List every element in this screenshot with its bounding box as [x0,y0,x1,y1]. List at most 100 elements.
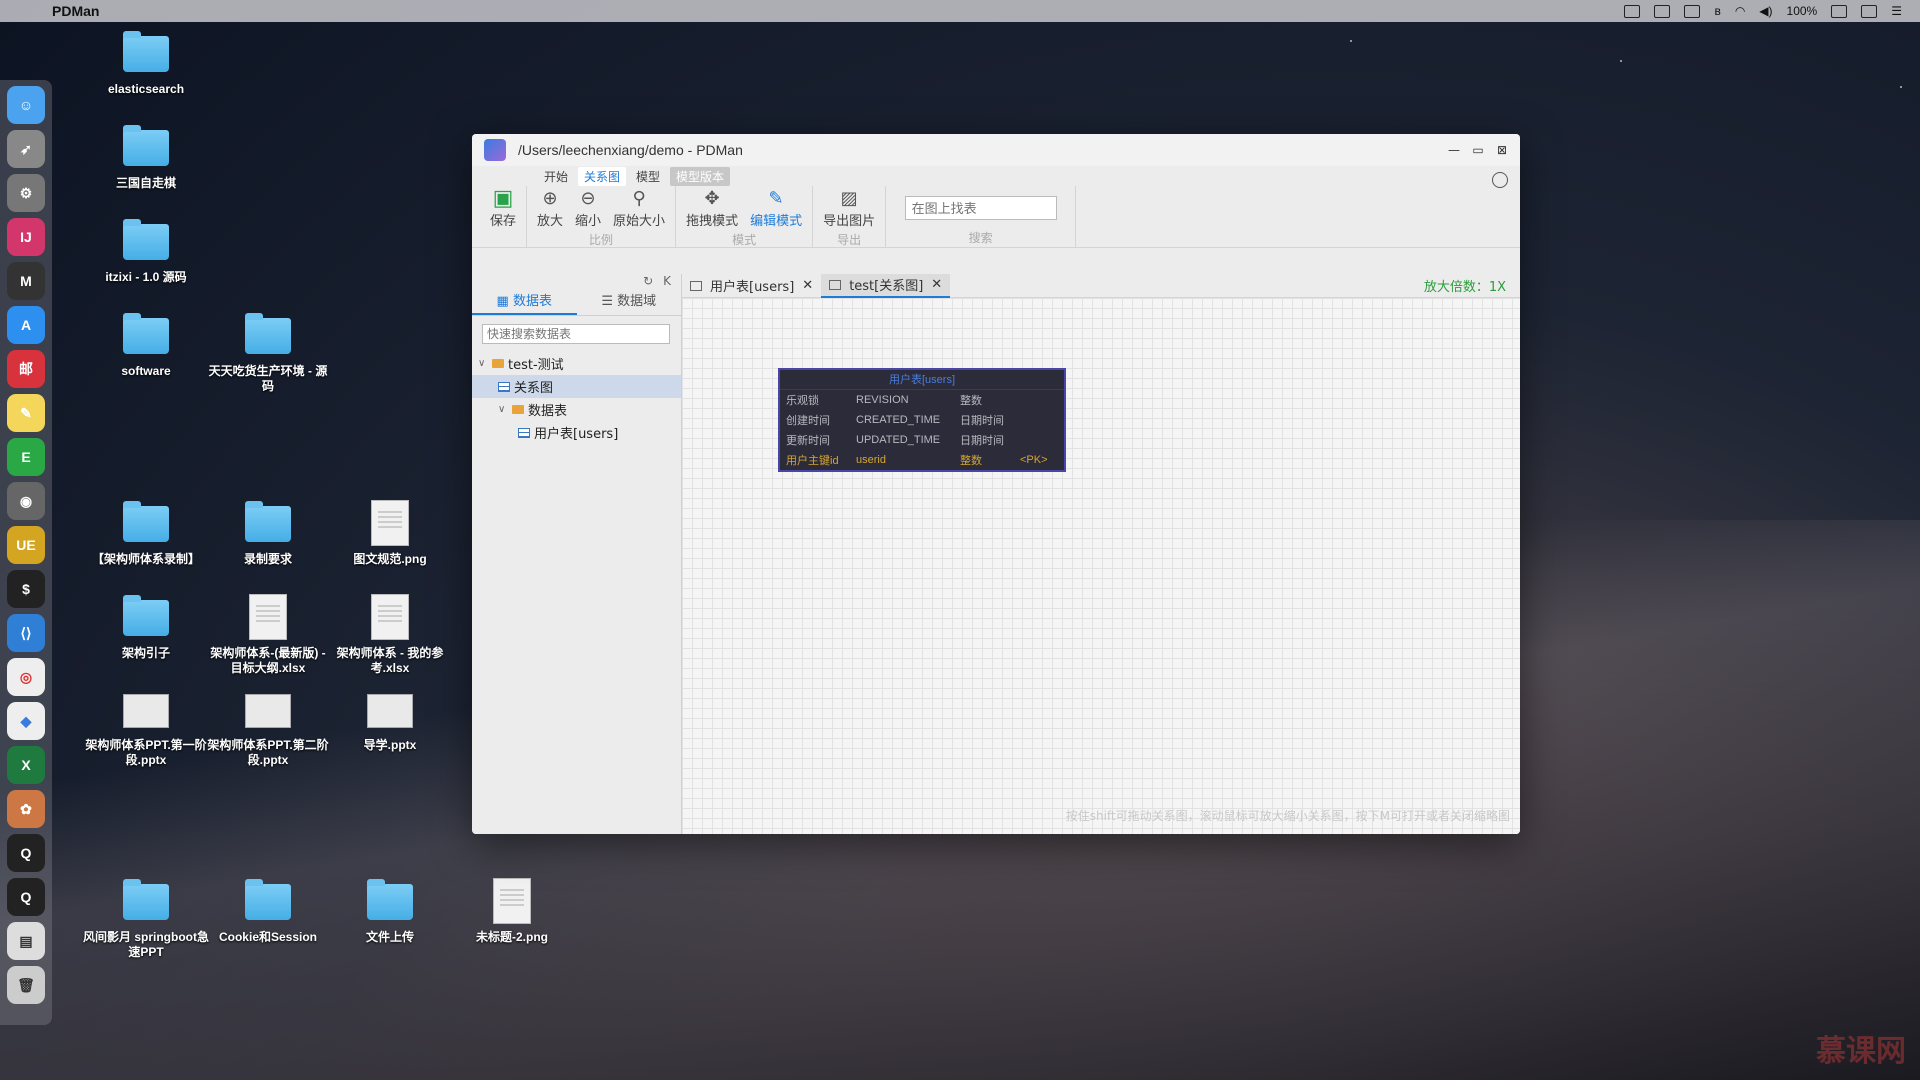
chevron-down-icon[interactable]: ∨ [478,358,492,369]
maximize-icon[interactable]: ▭ [1470,142,1486,158]
notes-icon[interactable]: ✎ [7,394,45,432]
desktop-item[interactable]: 架构师体系-(最新版) - 目标大纲.xlsx [203,594,333,676]
evernote-icon[interactable]: E [7,438,45,476]
apple-icon[interactable] [20,3,34,19]
pdman-logo-icon [484,139,506,161]
qq-second-icon[interactable]: Q [7,878,45,916]
tab-start[interactable]: 开始 [538,167,574,186]
media-icon[interactable]: ◉ [7,482,45,520]
edit-mode-button[interactable]: ✎ 编辑模式 [746,186,806,231]
xlsx-file-icon [249,594,287,640]
desktop-item[interactable]: 架构师体系PPT.第二阶段.pptx [203,694,333,768]
grid-icon[interactable] [1654,4,1671,18]
desktop-item[interactable]: 未标题-2.png [447,878,577,945]
desktop-item[interactable]: software [81,313,211,379]
ultraedit-icon[interactable]: UE [7,526,45,564]
documents-icon[interactable]: ▤ [7,922,45,960]
star [1350,40,1352,42]
close-icon[interactable]: ✕ [802,278,813,293]
volume-icon[interactable]: ◀) [1759,4,1772,18]
zoom-out-button[interactable]: ⊖ 缩小 [571,186,605,231]
diagram-canvas[interactable]: 用户表[users] 乐观锁 REVISION 整数 创建时间 CREATED_… [682,298,1520,834]
tree-item-table[interactable]: 用户表[users] [472,421,681,444]
sync-icon[interactable] [1861,4,1878,18]
intellij-icon[interactable]: IJ [7,218,45,256]
menu-list-icon[interactable]: ☰ [1891,4,1902,18]
ribbon-group-export: ▨ 导出图片 导出 [813,186,887,248]
entity-field-row-pk[interactable]: 用户主键id userid 整数 <PK> [780,450,1064,470]
ribbon-group-save: ▣ 保存 [480,186,528,248]
desktop-item[interactable]: 架构师体系 - 我的参考.xlsx [325,594,455,676]
entity-users[interactable]: 用户表[users] 乐观锁 REVISION 整数 创建时间 CREATED_… [778,368,1066,472]
drag-mode-button[interactable]: ✥ 拖拽模式 [682,186,742,231]
wifi-icon[interactable]: ◠ [1735,4,1745,18]
desktop-item[interactable]: elasticsearch [81,31,211,97]
export-image-button[interactable]: ▨ 导出图片 [819,186,879,231]
table-search-input[interactable] [482,324,670,344]
excel-icon[interactable]: X [7,746,45,784]
vscode-icon[interactable]: ⟨⟩ [7,614,45,652]
tab-tables[interactable]: ▦ 数据表 [472,290,577,315]
pdman-icon[interactable]: ◆ [7,702,45,740]
qq-icon[interactable]: Q [7,834,45,872]
color-app-icon[interactable]: ✿ [7,790,45,828]
tree-item-diagram[interactable]: 关系图 [472,375,681,398]
battery-percent: 100% [1786,4,1818,18]
original-size-button[interactable]: ⚲ 原始大小 [609,186,669,231]
menu-app-name[interactable]: PDMan [52,3,99,19]
refresh-tree-icon[interactable]: ↻ [643,274,653,290]
doc-tab-diagram[interactable]: test[关系图] ✕ [821,273,951,298]
app-store-icon[interactable]: A [7,306,45,344]
collapse-sidebar-icon[interactable]: K [663,274,671,290]
entity-field-row[interactable]: 更新时间 UPDATED_TIME 日期时间 [780,430,1064,450]
trash-icon[interactable]: 🗑 [7,966,45,1004]
desktop-item[interactable]: 导学.pptx [325,694,455,753]
save-button[interactable]: ▣ 保存 [486,186,520,231]
desktop-item[interactable]: itzixi - 1.0 源码 [81,219,211,285]
desktop-item[interactable]: 录制要求 [203,501,333,567]
desktop-item[interactable]: 架构师体系PPT.第一阶段.pptx [81,694,211,768]
close-icon[interactable]: ✕ [931,277,942,292]
calendar-icon[interactable] [1684,4,1701,18]
folder-icon [123,31,169,72]
battery-icon[interactable] [1831,4,1848,18]
desktop-item[interactable]: 【架构师体系录制】 [81,501,211,567]
launchpad-icon[interactable]: ➶ [7,130,45,168]
ribbon-group-scale: ⊕ 放大 ⊖ 缩小 ⚲ 原始大小 比例 [527,186,677,248]
refresh-icon[interactable] [1492,172,1508,188]
entity-field-row[interactable]: 乐观锁 REVISION 整数 [780,390,1064,410]
desktop-item[interactable]: 架构引子 [81,595,211,661]
finder-icon[interactable]: ☺ [7,86,45,124]
terminal-m-icon[interactable]: M [7,262,45,300]
zoom-in-button[interactable]: ⊕ 放大 [533,186,567,231]
desktop-item[interactable]: Cookie和Session [203,879,333,945]
group-label-scale: 比例 [589,233,614,247]
tree-item-project[interactable]: ∨ test-测试 [472,352,681,375]
folder-icon [245,879,291,920]
bluetooth-icon[interactable]: ʙ [1714,4,1720,18]
tab-model[interactable]: 模型 [630,167,666,186]
terminal-icon[interactable]: $ [7,570,45,608]
system-preferences-icon[interactable]: ⚙ [7,174,45,212]
tab-domains[interactable]: ☰ 数据域 [577,290,682,315]
find-table-input[interactable] [904,196,1057,220]
desktop-item[interactable]: 三国自走棋 [81,125,211,191]
doc-tab-users[interactable]: 用户表[users] ✕ [682,274,821,298]
pptx-file-icon [123,694,169,728]
tree-item-tables-folder[interactable]: ∨ 数据表 [472,398,681,421]
desktop-item[interactable]: 天天吃货生产环境 - 源码 [203,313,333,394]
app-red-icon[interactable]: 邮 [7,350,45,388]
screen-record-icon[interactable] [1624,4,1641,18]
title-bar[interactable]: /Users/leechenxiang/demo - PDMan — ▭ ⊠ [472,134,1520,166]
desktop-item[interactable]: 文件上传 [325,879,455,945]
close-icon[interactable]: ⊠ [1494,142,1510,158]
desktop-item[interactable]: 风间影月 springboot急速PPT [81,879,211,960]
chrome-icon[interactable]: ◎ [7,658,45,696]
desktop-item[interactable]: 图文规范.png [325,500,455,567]
pptx-file-icon [367,694,413,728]
tab-relation-diagram[interactable]: 关系图 [578,166,627,186]
minimize-icon[interactable]: — [1446,142,1462,158]
chevron-down-icon[interactable]: ∨ [498,404,512,415]
entity-field-row[interactable]: 创建时间 CREATED_TIME 日期时间 [780,410,1064,430]
tab-model-version[interactable]: 模型版本 [670,166,731,186]
